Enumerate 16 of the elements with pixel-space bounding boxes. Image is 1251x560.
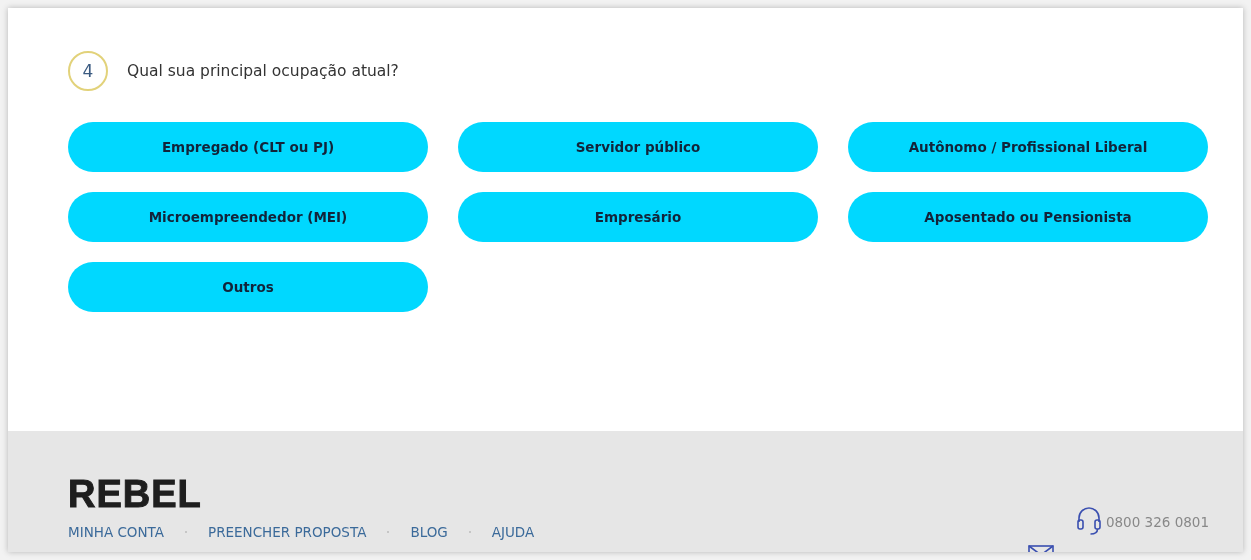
option-button[interactable]: Empresário — [458, 192, 818, 242]
option-button[interactable]: Servidor público — [458, 122, 818, 172]
footer-link[interactable]: AJUDA — [491, 524, 535, 540]
logo: REBEL — [68, 477, 203, 511]
step-number: 4 — [68, 51, 108, 91]
option-button[interactable]: Autônomo / Profissional Liberal — [848, 122, 1208, 172]
option-button[interactable]: Microempreendedor (MEI) — [68, 192, 428, 242]
footer-link[interactable]: MINHA CONTA — [68, 524, 164, 540]
phone-number: 0800 326 0801 — [1105, 514, 1209, 530]
option-button[interactable]: Outros — [68, 262, 428, 312]
headset-icon — [1075, 507, 1102, 537]
footer-link[interactable]: BLOG — [410, 524, 448, 540]
option-button[interactable]: Aposentado ou Pensionista — [848, 192, 1208, 242]
question-text: Qual sua principal ocupação atual? — [127, 62, 399, 80]
footer-link[interactable]: PREENCHER PROPOSTA — [208, 524, 367, 540]
option-button[interactable]: Empregado (CLT ou PJ) — [68, 122, 428, 172]
